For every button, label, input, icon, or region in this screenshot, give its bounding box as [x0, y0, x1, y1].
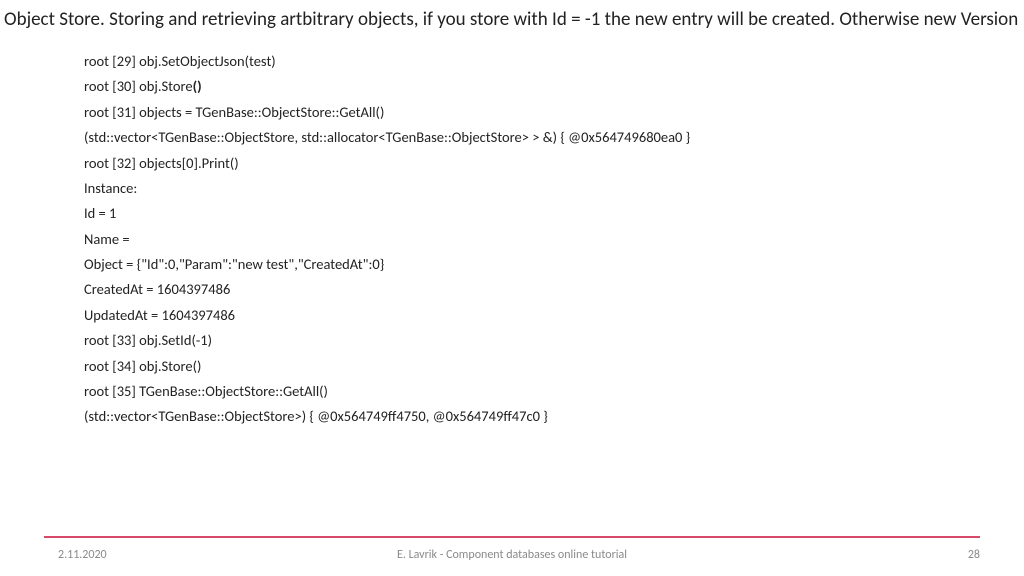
slide-title: Object Store. Storing and retrieving art…	[0, 0, 1024, 31]
divider	[44, 536, 980, 538]
code-line: root [31] objects = TGenBase::ObjectStor…	[84, 100, 1024, 125]
code-line: Name =	[84, 227, 1024, 252]
code-text: root [30] obj.Store	[84, 77, 193, 95]
code-block: root [29] obj.SetObjectJson(test) root […	[0, 31, 1024, 430]
code-line: Object = {"Id":0,"Param":"new test","Cre…	[84, 252, 1024, 277]
code-line: UpdatedAt = 1604397486	[84, 303, 1024, 328]
code-line: root [35] TGenBase::ObjectStore::GetAll(…	[84, 379, 1024, 404]
code-line: root [29] obj.SetObjectJson(test)	[84, 49, 1024, 74]
code-line: root [30] obj.Store()	[84, 74, 1024, 99]
footer-center: E. Lavrik - Component databases online t…	[0, 548, 1024, 562]
code-line: root [32] objects[0].Print()	[84, 151, 1024, 176]
footer: 2.11.2020 E. Lavrik - Component database…	[0, 544, 1024, 566]
code-line: Id = 1	[84, 201, 1024, 226]
code-line: CreatedAt = 1604397486	[84, 277, 1024, 302]
footer-page: 28	[968, 548, 980, 562]
code-line: root [33] obj.SetId(-1)	[84, 328, 1024, 353]
code-line: (std::vector<TGenBase::ObjectStore>) { @…	[84, 404, 1024, 429]
code-text-bold: ()	[193, 77, 202, 95]
code-line: root [34] obj.Store()	[84, 354, 1024, 379]
footer-date: 2.11.2020	[58, 548, 107, 562]
code-line: Instance:	[84, 176, 1024, 201]
code-line: (std::vector<TGenBase::ObjectStore, std:…	[84, 125, 1024, 150]
